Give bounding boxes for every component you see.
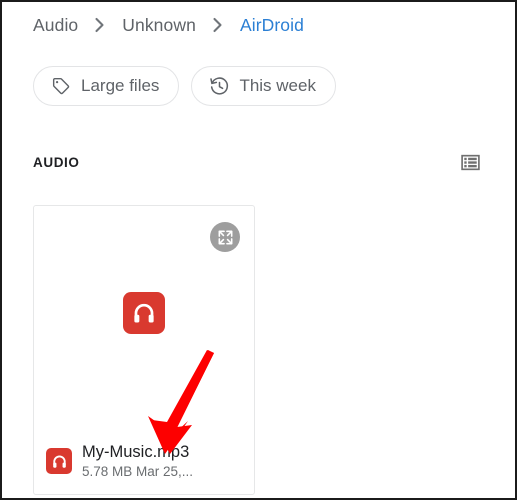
- file-name: My-Music.mp3: [82, 442, 190, 461]
- headphones-icon: [46, 448, 72, 475]
- breadcrumb-item-audio[interactable]: Audio: [31, 15, 80, 36]
- filter-chip-large-files[interactable]: Large files: [33, 66, 180, 106]
- card-footer: My-Music.mp3 5.78 MB Mar 25,...: [46, 443, 244, 480]
- filter-chip-row: Large files This week: [33, 66, 336, 106]
- breadcrumb-item-airdroid[interactable]: AirDroid: [238, 15, 306, 36]
- chevron-right-icon: [80, 15, 120, 35]
- section-title-audio: AUDIO: [33, 154, 80, 170]
- filter-chip-this-week-label: This week: [239, 76, 316, 95]
- section-header: AUDIO: [33, 150, 481, 174]
- file-meta: My-Music.mp3 5.78 MB Mar 25,...: [82, 443, 193, 480]
- expand-arrows-icon[interactable]: [210, 222, 240, 252]
- list-view-icon[interactable]: [459, 151, 481, 173]
- headphones-icon: [123, 292, 165, 334]
- file-subtitle: 5.78 MB Mar 25,...: [82, 464, 194, 480]
- breadcrumb: Audio Unknown AirDroid: [31, 10, 306, 40]
- chevron-right-icon: [198, 15, 238, 35]
- app-screen: Audio Unknown AirDroid Large files This …: [0, 0, 517, 500]
- breadcrumb-item-unknown[interactable]: Unknown: [120, 15, 198, 36]
- filter-chip-this-week[interactable]: This week: [191, 66, 336, 106]
- filter-chip-large-files-label: Large files: [81, 76, 160, 95]
- file-card[interactable]: My-Music.mp3 5.78 MB Mar 25,...: [33, 205, 255, 495]
- tag-icon: [50, 75, 72, 97]
- card-thumbnail: [34, 292, 254, 334]
- history-icon: [208, 75, 230, 97]
